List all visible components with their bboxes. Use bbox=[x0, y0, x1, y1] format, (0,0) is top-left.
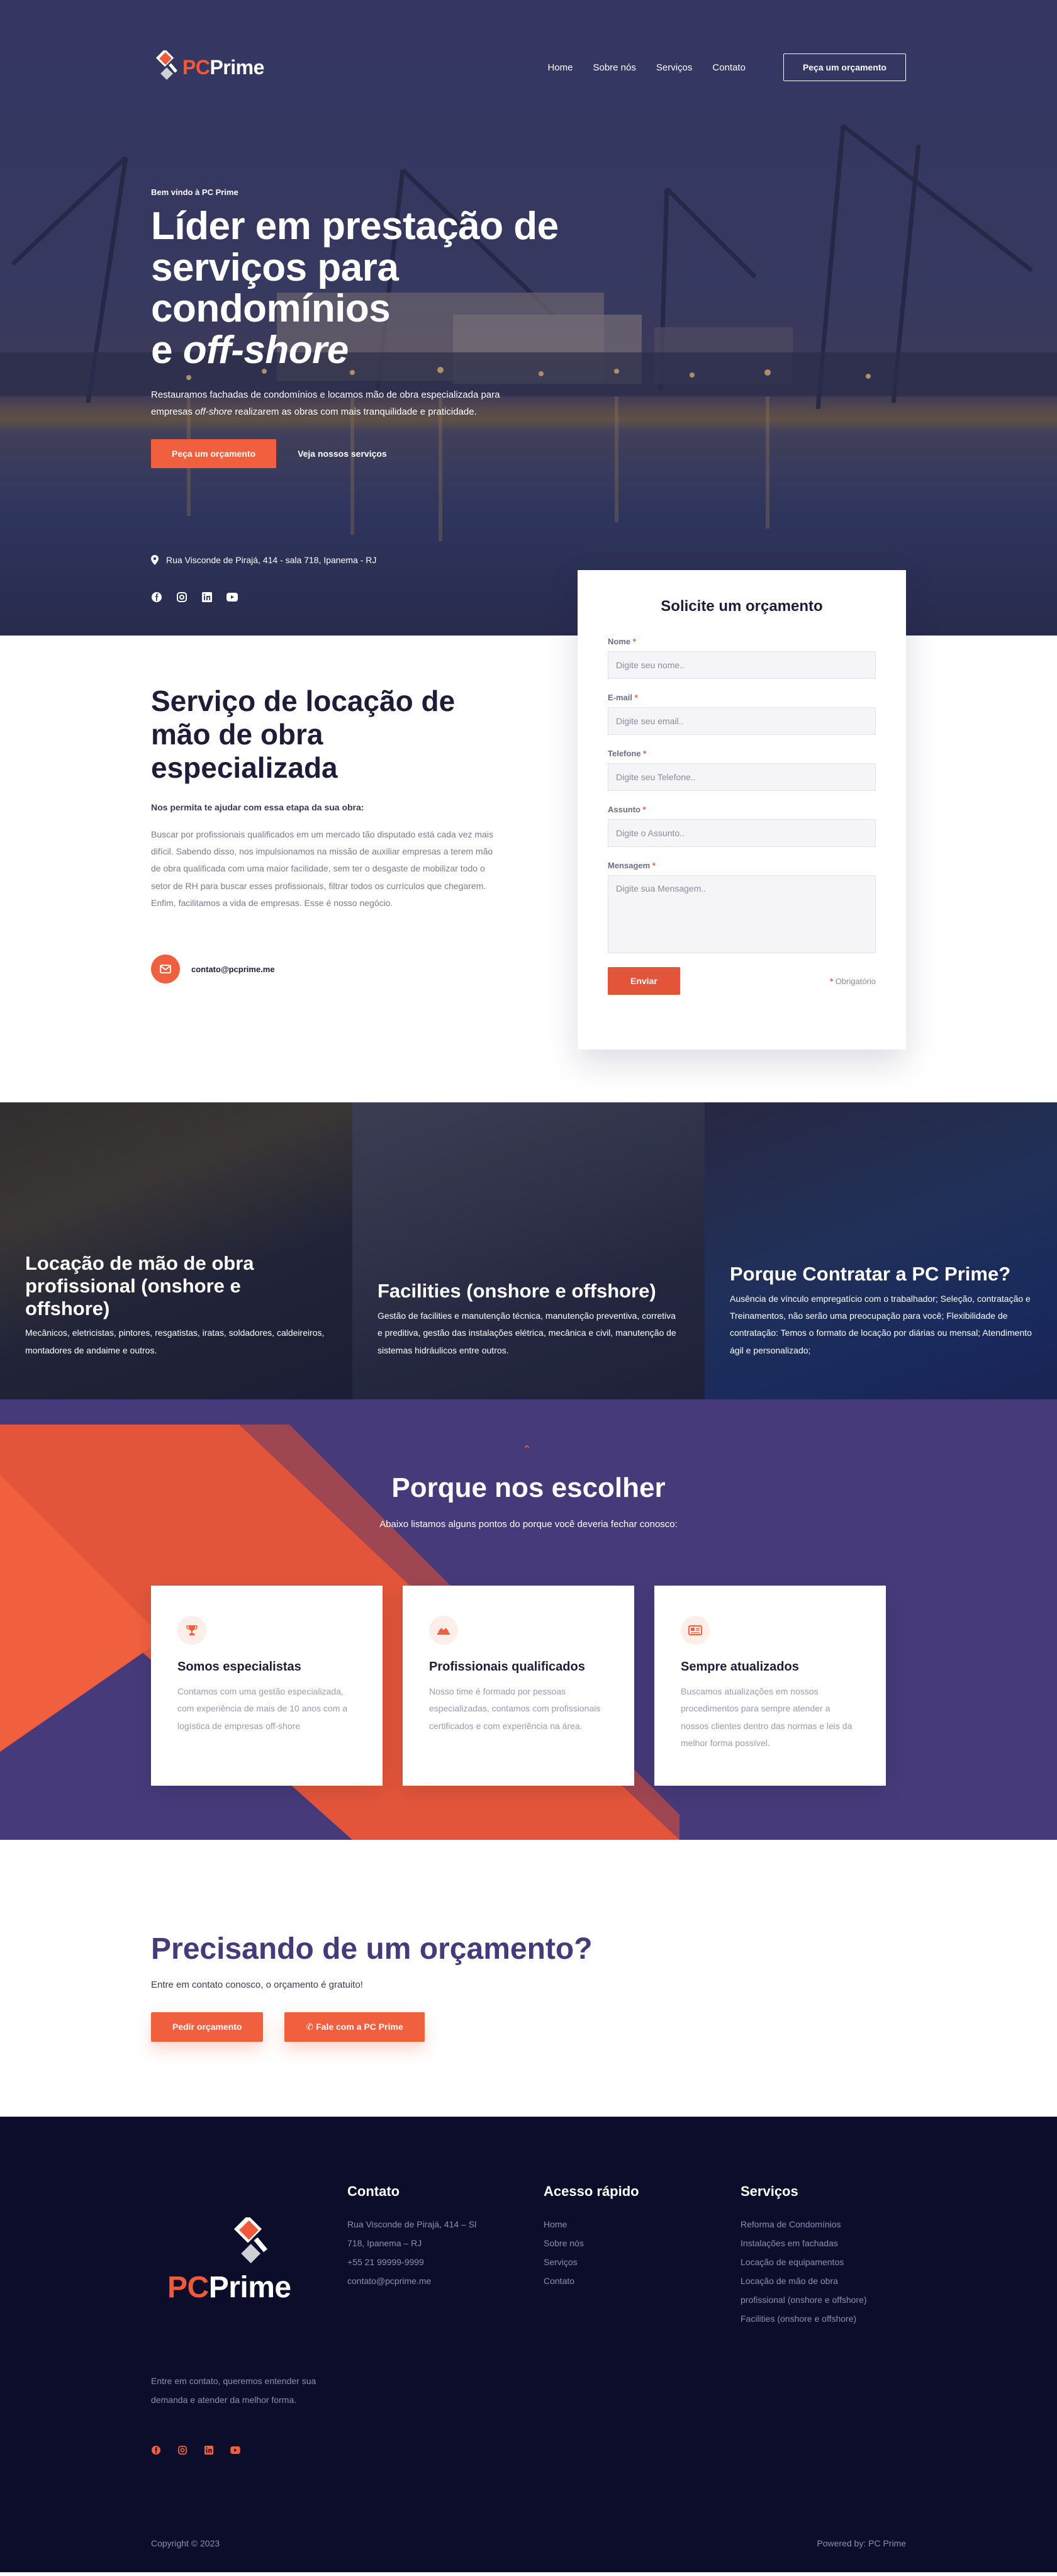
youtube-icon[interactable] bbox=[230, 2445, 240, 2455]
cta-title: Precisando de um orçamento? bbox=[151, 1932, 593, 1966]
youtube-icon[interactable] bbox=[226, 591, 238, 603]
form-footer: Enviar * Obrigatório bbox=[608, 967, 876, 995]
why-cards: Somos especialistas Contamos com uma ges… bbox=[151, 1586, 886, 1786]
hero-section: PCPrime Home Sobre nós Serviços Contato … bbox=[0, 0, 1057, 636]
panel-title: Porque Contratar a PC Prime? bbox=[730, 1263, 1011, 1285]
message-textarea[interactable]: Digite sua Mensagem.. bbox=[608, 875, 876, 953]
service-panel-labor[interactable]: Locação de mão de obra profissional (ons… bbox=[0, 1102, 352, 1399]
message-field-group: Mensagem * Digite sua Mensagem.. bbox=[608, 861, 876, 953]
why-card: Sempre atualizados Buscamos atualizações… bbox=[654, 1586, 886, 1786]
logo-mark-icon bbox=[234, 2217, 268, 2263]
quote-form: Solicite um orçamento Nome * Digite seu … bbox=[578, 570, 906, 1050]
instagram-icon[interactable] bbox=[176, 591, 187, 603]
newspaper-icon bbox=[681, 1616, 710, 1645]
hero-buttons: Peça um orçamento Veja nossos serviços bbox=[151, 439, 591, 468]
nav-menu: Home Sobre nós Serviços Contato Peça um … bbox=[547, 53, 906, 81]
submit-button[interactable]: Enviar bbox=[608, 967, 680, 995]
talk-to-us-button[interactable]: ✆ Fale com a PC Prime bbox=[284, 2012, 425, 2042]
footer-link-services[interactable]: Serviços bbox=[544, 2253, 639, 2271]
why-card: Profissionais qualificados Nosso time é … bbox=[403, 1586, 634, 1786]
hero-kicker: Bem vindo à PC Prime bbox=[151, 188, 238, 197]
hero-services-link[interactable]: Veja nossos serviços bbox=[298, 449, 387, 459]
about-title: Serviço de locação de mão de obra especi… bbox=[151, 685, 456, 784]
footer-logo[interactable]: PCPrime bbox=[167, 2217, 291, 2305]
name-input[interactable]: Digite seu nome.. bbox=[608, 651, 876, 679]
facebook-icon[interactable] bbox=[151, 2445, 161, 2455]
phone-icon: ✆ bbox=[306, 2022, 314, 2032]
why-card: Somos especialistas Contamos com uma ges… bbox=[151, 1586, 383, 1786]
logo-text: PCPrime bbox=[167, 2271, 291, 2304]
phone-field-group: Telefone * Digite seu Telefone.. bbox=[608, 749, 876, 791]
phone-input[interactable]: Digite seu Telefone.. bbox=[608, 763, 876, 791]
footer-link-home[interactable]: Home bbox=[544, 2215, 639, 2234]
nav-services[interactable]: Serviços bbox=[656, 62, 693, 73]
why-subtitle: Abaixo listamos alguns pontos do porque … bbox=[379, 1519, 678, 1530]
hero-quote-button[interactable]: Peça um orçamento bbox=[151, 439, 277, 468]
cta-subtitle: Entre em contato conosco, o orçamento é … bbox=[151, 1980, 363, 1990]
logo-text: PCPrime bbox=[182, 55, 264, 79]
footer-link-contact[interactable]: Contato bbox=[544, 2271, 639, 2290]
email-input[interactable]: Digite seu email.. bbox=[608, 707, 876, 735]
linkedin-icon[interactable] bbox=[204, 2445, 214, 2455]
powered-by: Powered by: PC Prime bbox=[817, 2538, 906, 2548]
nav-contact[interactable]: Contato bbox=[712, 62, 746, 73]
map-pin-icon bbox=[151, 555, 159, 565]
panel-title: Facilities (onshore e offshore) bbox=[378, 1280, 656, 1302]
why-section: ⌃ Porque nos escolher Abaixo listamos al… bbox=[0, 1399, 1057, 1840]
service-panel-why-hire[interactable]: Porque Contratar a PC Prime? Ausência de… bbox=[705, 1102, 1057, 1399]
copyright: Copyright © 2023 bbox=[151, 2538, 220, 2548]
nav-quote-button[interactable]: Peça um orçamento bbox=[783, 53, 906, 81]
about-text: Buscar por profissionais qualificados em… bbox=[151, 829, 493, 908]
hero-social-links bbox=[151, 591, 238, 603]
footer-services: Serviços Reforma de Condomínios Instalaç… bbox=[741, 2183, 867, 2324]
panel-text: Mecânicos, eletricistas, pintores, resga… bbox=[25, 1328, 325, 1355]
hero-address: Rua Visconde de Pirajá, 414 - sala 718, … bbox=[151, 555, 376, 565]
linkedin-icon[interactable] bbox=[201, 591, 213, 603]
footer-quick-links: Acesso rápido Home Sobre nós Serviços Co… bbox=[544, 2183, 639, 2290]
required-note: * Obrigatório bbox=[830, 976, 876, 986]
email-field-group: E-mail * Digite seu email.. bbox=[608, 693, 876, 735]
panel-text: Gestão de facilities e manutenção técnic… bbox=[378, 1311, 676, 1355]
hard-hat-icon bbox=[429, 1616, 458, 1645]
trophy-icon bbox=[177, 1616, 206, 1645]
logo[interactable]: PCPrime bbox=[151, 50, 264, 84]
logo-mark-icon bbox=[155, 50, 177, 80]
mail-icon bbox=[151, 955, 180, 984]
footer-link-about[interactable]: Sobre nós bbox=[544, 2234, 639, 2253]
service-panel-facilities[interactable]: Facilities (onshore e offshore) Gestão d… bbox=[352, 1102, 705, 1399]
footer-social-links bbox=[151, 2445, 240, 2455]
chevron-up-icon: ⌃ bbox=[522, 1443, 532, 1456]
subject-field-group: Assunto * Digite o Assunto.. bbox=[608, 805, 876, 847]
nav-about[interactable]: Sobre nós bbox=[593, 62, 635, 73]
cta-buttons: Pedir orçamento ✆ Fale com a PC Prime bbox=[151, 2012, 425, 2042]
about-subtitle: Nos permita te ajudar com essa etapa da … bbox=[151, 802, 364, 812]
facebook-icon[interactable] bbox=[151, 591, 162, 603]
footer: PCPrime Contato Rua Visconde de Pirajá, … bbox=[0, 2117, 1057, 2572]
panel-text: Ausência de vínculo empregatício com o t… bbox=[730, 1293, 1032, 1355]
nav-home[interactable]: Home bbox=[547, 62, 573, 73]
subject-input[interactable]: Digite o Assunto.. bbox=[608, 819, 876, 847]
request-quote-button[interactable]: Pedir orçamento bbox=[151, 2012, 264, 2042]
about-email[interactable]: contato@pcprime.me bbox=[151, 955, 503, 984]
hero-title: Líder em prestação de serviços para cond… bbox=[151, 204, 559, 372]
hero-description: Restauramos fachadas de condomínios e lo… bbox=[151, 389, 500, 417]
panel-title: Locação de mão de obra profissional (ons… bbox=[25, 1252, 254, 1319]
footer-contact: Contato Rua Visconde de Pirajá, 414 – Sl… bbox=[347, 2183, 477, 2286]
service-panels: Locação de mão de obra profissional (ons… bbox=[0, 1102, 1057, 1399]
why-title: Porque nos escolher bbox=[391, 1472, 666, 1503]
instagram-icon[interactable] bbox=[177, 2445, 187, 2455]
cta-section: Precisando de um orçamento? Entre em con… bbox=[0, 1840, 1057, 2117]
hero-content: Bem vindo à PC Prime Líder em prestação … bbox=[151, 188, 591, 468]
footer-about: Entre em contato, queremos entender sua … bbox=[151, 2376, 316, 2405]
main-nav: PCPrime Home Sobre nós Serviços Contato … bbox=[151, 50, 906, 84]
name-field-group: Nome * Digite seu nome.. bbox=[608, 637, 876, 679]
form-title: Solicite um orçamento bbox=[661, 598, 823, 615]
